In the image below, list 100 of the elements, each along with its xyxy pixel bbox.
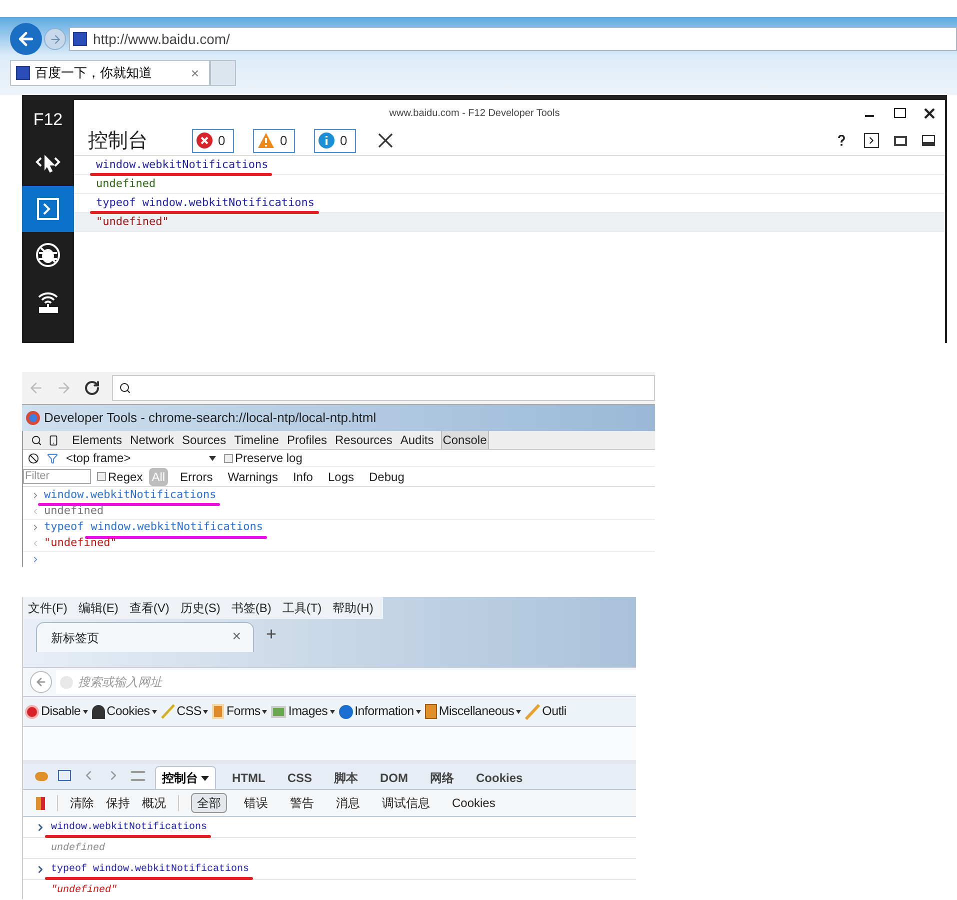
- filter-button[interactable]: 错误: [239, 793, 273, 813]
- browser-tab[interactable]: 新标签页 ×: [36, 622, 254, 652]
- panel-tab[interactable]: Cookies: [470, 766, 529, 789]
- help-icon[interactable]: [838, 135, 845, 146]
- filter-button[interactable]: 全部: [191, 793, 227, 813]
- f12-label: F12: [32, 109, 64, 132]
- toolbar-menu-button[interactable]: Information: [338, 702, 421, 721]
- picture-icon: [271, 706, 286, 718]
- search-icon[interactable]: [31, 434, 42, 446]
- filter-button[interactable]: 调试信息: [377, 793, 435, 813]
- console-text: undefined: [44, 504, 104, 517]
- tab-close-button[interactable]: ×: [190, 62, 199, 84]
- toolbar-menu-button[interactable]: Cookies: [92, 702, 157, 721]
- console-text: "undefined": [51, 884, 118, 896]
- warning-icon: [257, 132, 275, 149]
- panel-tab[interactable]: Timeline: [233, 431, 280, 449]
- level-filter[interactable]: Info: [290, 468, 316, 486]
- panel-tab[interactable]: Sources: [181, 431, 228, 449]
- console-text: window.webkitNotifications: [44, 488, 216, 501]
- level-filter[interactable]: Errors: [177, 468, 216, 486]
- checkbox[interactable]: [224, 454, 233, 462]
- level-filter[interactable]: Logs: [324, 468, 357, 486]
- dropdown-caret-icon: [330, 710, 335, 714]
- toolbar-menu-button[interactable]: Disable: [25, 702, 88, 721]
- toolbar-menu-button[interactable]: Forms: [212, 702, 268, 721]
- prompt-icon: [31, 523, 40, 532]
- panel-tab[interactable]: Network: [129, 431, 176, 449]
- filter-button[interactable]: 警告: [285, 793, 319, 813]
- checkbox-label: Regex: [108, 468, 143, 486]
- console-prompt-icon: [35, 196, 61, 222]
- level-filter[interactable]: Warnings: [224, 468, 281, 486]
- forward-arrow-icon: [48, 32, 62, 46]
- menu-item[interactable]: 查看(V): [129, 599, 170, 617]
- prompt-icon[interactable]: [31, 555, 40, 564]
- window-title: www.baidu.com - F12 Developer Tools: [388, 106, 561, 120]
- forward-button[interactable]: [44, 28, 66, 50]
- toolbar-menu-button[interactable]: Miscellaneous: [424, 702, 522, 721]
- panel-tab[interactable]: DOM: [374, 766, 414, 789]
- address-bar[interactable]: http://www.baidu.com/: [69, 27, 957, 51]
- panel-tab[interactable]: HTML: [226, 766, 272, 789]
- tab-close-button[interactable]: ×: [232, 626, 241, 649]
- browser-tab[interactable]: 百度一下，你就知道 ×: [10, 60, 210, 86]
- console-text: "undefined": [96, 214, 169, 228]
- back-button[interactable]: [10, 23, 42, 55]
- panel-tab[interactable]: Console: [440, 431, 489, 449]
- level-filter[interactable]: Debug: [366, 468, 408, 486]
- panel-tab[interactable]: Resources: [334, 431, 394, 449]
- dropdown-caret-icon: [82, 710, 88, 714]
- menu-item[interactable]: 文件(F): [28, 599, 68, 617]
- toolbar-menu-button[interactable]: Images: [271, 702, 335, 721]
- dropdown-caret-icon: [201, 776, 209, 780]
- toolbar-menu-button[interactable]: CSS: [160, 702, 208, 721]
- message-count-button[interactable]: 0: [253, 128, 295, 152]
- toolbar-button[interactable]: 概况: [142, 794, 166, 812]
- dropdown-caret-icon: [262, 710, 268, 714]
- dropdown-caret-icon: [152, 710, 157, 714]
- console-text: "undefined": [44, 536, 117, 549]
- maximize-icon[interactable]: [894, 108, 906, 118]
- clear-console-icon[interactable]: [28, 452, 39, 464]
- phone-icon[interactable]: [48, 434, 59, 446]
- checkbox[interactable]: [97, 472, 106, 481]
- pin-windows-icon[interactable]: [894, 136, 907, 146]
- toolbar-button[interactable]: 清除: [70, 794, 94, 812]
- filter-field[interactable]: Filter: [23, 469, 91, 484]
- clear-icon[interactable]: [378, 133, 393, 148]
- menu-item[interactable]: 帮助(H): [332, 599, 374, 617]
- new-tab-button[interactable]: +: [266, 621, 277, 648]
- panel-tab[interactable]: CSS: [281, 766, 318, 789]
- window-title: Developer Tools - chrome-search://local-ntp/local-ntp.html: [44, 409, 376, 428]
- panel-tab[interactable]: Profiles: [286, 431, 328, 449]
- message-count-button[interactable]: 0: [314, 128, 356, 152]
- menu-item[interactable]: 编辑(E): [78, 599, 118, 617]
- dropdown-caret-icon: [516, 710, 522, 714]
- toolbar-button[interactable]: 保持: [106, 794, 130, 812]
- console-toggle-icon[interactable]: [864, 133, 879, 148]
- message-count-button[interactable]: 0: [192, 128, 234, 152]
- filter-button[interactable]: 消息: [331, 793, 365, 813]
- tab-title: 新标签页: [51, 630, 100, 646]
- panel-tab[interactable]: Elements: [71, 431, 124, 449]
- panel-tab[interactable]: Audits: [399, 431, 435, 449]
- filter-icon[interactable]: [47, 452, 58, 464]
- close-icon[interactable]: [924, 108, 935, 118]
- toolbar-menu-button[interactable]: Outli: [525, 702, 566, 721]
- panel-tab[interactable]: 脚本: [328, 766, 364, 789]
- console-text: typeof: [44, 520, 84, 534]
- frame-select[interactable]: <top frame>: [66, 449, 216, 467]
- menu-item[interactable]: 书签(B): [231, 599, 272, 617]
- panel-tab[interactable]: 控制台: [155, 766, 216, 789]
- filter-button[interactable]: Cookies: [447, 793, 500, 813]
- dock-bottom-icon[interactable]: [922, 135, 935, 146]
- back-button[interactable]: [30, 671, 52, 693]
- reload-icon[interactable]: [84, 380, 100, 396]
- panel-heading: 控制台: [88, 128, 149, 154]
- dropdown-caret-icon: [203, 710, 208, 714]
- bug-crossed-icon: [35, 242, 61, 268]
- panel-tab[interactable]: 网络: [424, 766, 460, 789]
- console-text: undefined: [51, 842, 106, 854]
- prompt-icon: [31, 490, 40, 500]
- menu-item[interactable]: 工具(T): [282, 599, 322, 617]
- menu-item[interactable]: 历史(S): [180, 599, 220, 617]
